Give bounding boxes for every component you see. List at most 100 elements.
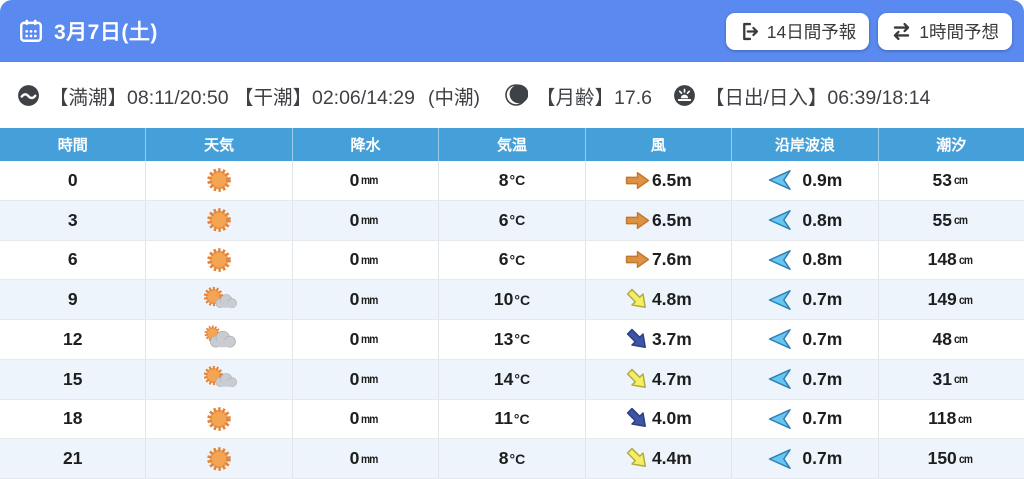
temp-cell: 13 °C: [438, 320, 584, 359]
wave-arrow-icon: [767, 288, 793, 312]
time-cell: 21: [62, 448, 83, 469]
table-row: 6 0 mm 6 °C 7.6m 0.8m 148 cm: [0, 240, 1024, 281]
temp-cell: 8 °C: [438, 161, 584, 200]
column-header-4: 風: [584, 128, 731, 161]
wind-cell: 4.4m: [584, 439, 731, 478]
column-header-0: 時間: [57, 137, 88, 154]
weather-cell: [145, 161, 291, 200]
tide-cell: 150 cm: [877, 439, 1024, 478]
wind-cell: 4.7m: [584, 359, 731, 399]
weather-tide-panel: 3月7日(土) 14日間予報 1時間予想 【満潮】08:11/20:50 【干潮…: [0, 0, 1024, 479]
weather-cell: [145, 240, 291, 280]
wave-circle-icon: [16, 83, 41, 108]
column-header-6: 潮汐: [877, 128, 1024, 161]
wind-cell: 4.0m: [584, 399, 731, 439]
temp-cell: 11 °C: [438, 399, 584, 439]
column-header-2: 降水: [291, 128, 438, 161]
wave-cell: 0.7m: [731, 320, 877, 359]
wave-arrow-icon: [767, 208, 793, 232]
precip-cell: 0 mm: [291, 161, 438, 200]
precip-cell: 0 mm: [291, 399, 438, 439]
calendar-icon: [18, 18, 44, 44]
forecast-1hour-button[interactable]: 1時間予想: [878, 12, 1012, 50]
swap-icon: [891, 21, 912, 42]
weather-cell: [145, 280, 291, 319]
temp-cell: 8 °C: [438, 439, 584, 478]
sun-icon: [205, 405, 233, 433]
sun-icon: [205, 445, 233, 473]
weather-cell: [145, 200, 291, 240]
wave-arrow-icon: [767, 168, 793, 192]
wind-arrow-icon: [625, 287, 650, 312]
wave-cell: 0.7m: [731, 280, 877, 319]
tide-cell: 149 cm: [877, 280, 1024, 319]
time-cell: 12: [62, 328, 83, 349]
precip-cell: 0 mm: [291, 359, 438, 399]
wave-arrow-icon: [767, 407, 793, 431]
sun-icon: [205, 206, 233, 234]
precip-cell: 0 mm: [291, 240, 438, 280]
cloud-sun-icon: [200, 324, 238, 354]
date-label: 3月7日(土): [54, 21, 158, 44]
tide-times-text: 【満潮】08:11/20:50 【干潮】02:06/14:29: [49, 86, 415, 109]
wind-cell: 6.5m: [584, 200, 731, 240]
sunrise-sunset-text: 【日出/日入】06:39/18:14: [704, 86, 931, 109]
weather-cell: [145, 439, 291, 478]
moon-phase-icon: [504, 83, 528, 107]
tide-phase-text: (中潮): [428, 86, 480, 109]
precip-cell: 0 mm: [291, 200, 438, 240]
wind-arrow-icon: [625, 406, 650, 431]
table-row: 3 0 mm 6 °C 6.5m 0.8m 55 cm: [0, 200, 1024, 241]
wind-arrow-icon: [625, 327, 650, 352]
wave-arrow-icon: [767, 367, 793, 391]
table-row: 18 0 mm 11 °C 4.0m 0.7m 118 cm: [0, 399, 1024, 440]
forecast-14day-button[interactable]: 14日間予報: [725, 12, 870, 50]
tide-info-bar: 【満潮】08:11/20:50 【干潮】02:06/14:29 (中潮) 【月齢…: [0, 62, 1024, 128]
time-cell: 3: [67, 209, 78, 230]
wave-cell: 0.9m: [731, 161, 877, 200]
wind-arrow-icon: [625, 208, 650, 233]
wave-cell: 0.7m: [731, 399, 877, 439]
table-row: 9 0 mm 10 °C 4.8m 0.7m 149 cm: [0, 280, 1024, 320]
sun-icon: [205, 246, 233, 274]
wind-cell: 7.6m: [584, 240, 731, 280]
table-row: 15 0 mm 14 °C 4.7m 0.7m 31 cm: [0, 359, 1024, 400]
weather-cell: [145, 399, 291, 439]
wave-arrow-icon: [767, 327, 793, 351]
wind-arrow-icon: [625, 247, 650, 272]
table-row: 12 0 mm 13 °C 3.7m 0.7m 48 cm: [0, 320, 1024, 360]
tide-cell: 53 cm: [877, 161, 1024, 200]
weather-cell: [145, 359, 291, 399]
tide-cell: 31 cm: [877, 359, 1024, 399]
column-header-3: 気温: [438, 128, 584, 161]
time-cell: 9: [67, 289, 78, 310]
temp-cell: 6 °C: [438, 240, 584, 280]
forecast-table: 時間 天気 降水 気温風沿岸波浪 潮汐 0 0 mm 8 °C 6.5m 0.9m 53 cm…: [0, 128, 1024, 479]
wind-arrow-icon: [625, 446, 650, 471]
temp-cell: 14 °C: [438, 359, 584, 399]
exit-right-icon: [739, 21, 760, 42]
time-cell: 0: [67, 169, 78, 190]
button-label: 1時間予想: [919, 21, 999, 42]
column-header-5: 沿岸波浪: [731, 128, 877, 161]
time-cell: 15: [62, 368, 83, 389]
wave-cell: 0.7m: [731, 439, 877, 478]
time-cell: 18: [62, 408, 83, 429]
precip-cell: 0 mm: [291, 280, 438, 319]
wind-arrow-icon: [625, 367, 650, 392]
time-cell: 6: [67, 249, 78, 270]
table-row: 0 0 mm 8 °C 6.5m 0.9m 53 cm: [0, 161, 1024, 201]
wind-cell: 6.5m: [584, 161, 731, 200]
sunrise-sunset-icon: [672, 83, 697, 108]
temp-cell: 10 °C: [438, 280, 584, 319]
tide-cell: 118 cm: [877, 399, 1024, 439]
column-header-1: 天気: [145, 128, 291, 161]
precip-cell: 0 mm: [291, 439, 438, 478]
sun-icon: [205, 166, 233, 194]
wave-cell: 0.8m: [731, 200, 877, 240]
tide-cell: 48 cm: [877, 320, 1024, 359]
wave-arrow-icon: [767, 447, 793, 471]
wave-arrow-icon: [767, 248, 793, 272]
table-row: 21 0 mm 8 °C 4.4m 0.7m 150 cm: [0, 439, 1024, 479]
sun-cloud-icon: [200, 285, 238, 315]
